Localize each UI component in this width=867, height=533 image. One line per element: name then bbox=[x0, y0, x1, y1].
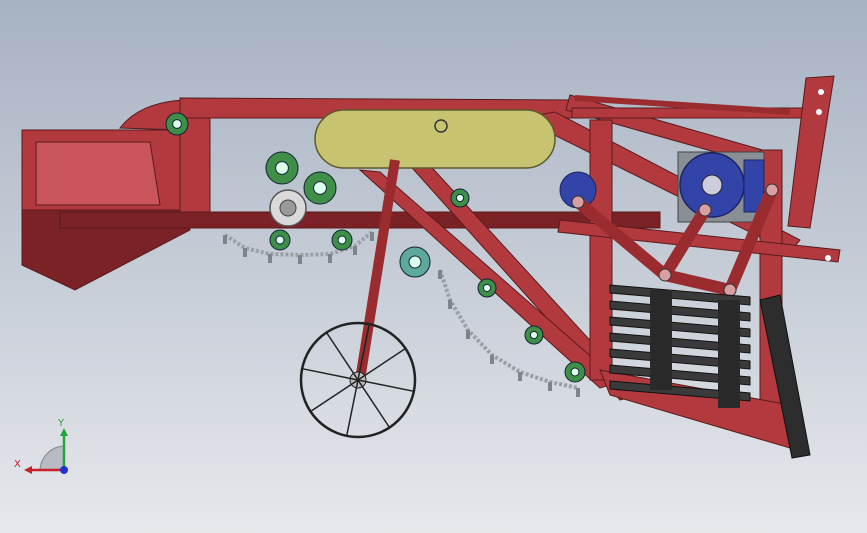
chain-tooth bbox=[298, 255, 302, 264]
chain-tooth bbox=[518, 372, 522, 381]
x-axis-label: X bbox=[14, 459, 21, 470]
conveyor-belt bbox=[314, 109, 556, 169]
cad-viewport[interactable]: X Y bbox=[0, 0, 867, 533]
chain-tooth bbox=[243, 248, 247, 257]
assembly-drawing: X Y bbox=[0, 0, 867, 533]
roller-hub bbox=[455, 193, 465, 203]
chain-tooth bbox=[438, 270, 442, 279]
chain-tooth bbox=[353, 246, 357, 255]
y-axis-label: Y bbox=[57, 418, 65, 429]
chain-tooth bbox=[223, 235, 227, 244]
roller-hub bbox=[172, 119, 182, 129]
chain-tooth bbox=[328, 254, 332, 263]
grate-post bbox=[718, 300, 740, 408]
chain-tooth bbox=[268, 254, 272, 263]
chain-tooth bbox=[548, 382, 552, 391]
roller-hub bbox=[529, 330, 539, 340]
roller-hub bbox=[275, 161, 289, 175]
chain-tooth bbox=[576, 388, 580, 397]
roller-hub bbox=[570, 367, 580, 377]
z-axis-dot bbox=[60, 466, 68, 474]
chain-tooth bbox=[490, 355, 494, 364]
roller-hub bbox=[337, 235, 347, 245]
roller-hub bbox=[482, 283, 492, 293]
bearing bbox=[269, 189, 307, 227]
chain-tooth bbox=[466, 330, 470, 339]
roller-hub bbox=[275, 235, 285, 245]
chain-tooth bbox=[370, 232, 374, 241]
grate-post bbox=[650, 290, 672, 390]
roller-hub bbox=[408, 255, 422, 269]
chain-tooth bbox=[448, 300, 452, 309]
roller-hub bbox=[313, 181, 327, 195]
